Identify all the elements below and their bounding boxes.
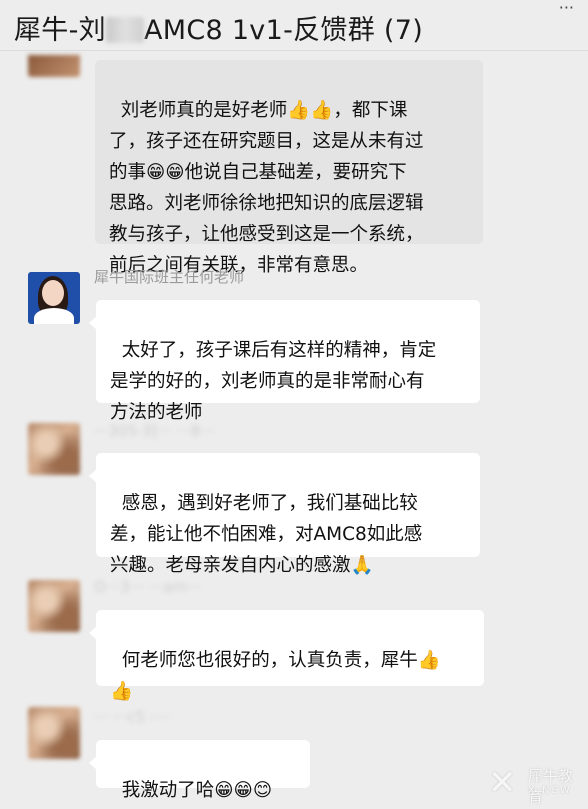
- message-text: 太好了，孩子课后有这样的精神，肯定 是学的好的，刘老师真的是非常耐心有 方法的老…: [110, 340, 437, 423]
- watermark-x-icon: ✕: [488, 763, 517, 803]
- chat-title-part1: 犀牛-刘: [14, 15, 106, 46]
- watermark-sub: X-NEW: [528, 785, 572, 796]
- sender-name: ···305-刘··· ···8···: [94, 422, 215, 440]
- avatar[interactable]: [28, 55, 80, 77]
- avatar[interactable]: [28, 707, 80, 759]
- watermark-logo: ✕ 犀牛教育 X-NEW: [488, 759, 584, 806]
- chat-title-part2: AMC8 1v1-反馈群 (7): [143, 15, 424, 46]
- message-text: 何老师您也很好的，认真负责，犀牛👍 👍: [110, 650, 441, 702]
- sender-name: O···3··· ···am···: [94, 578, 202, 596]
- avatar[interactable]: [28, 272, 80, 324]
- sender-name: 犀牛国际班主任何老师: [94, 268, 245, 286]
- message-bubble: 感恩，遇到好老师了，我们基础比较 差，能让他不怕困难，对AMC8如此感 兴趣。老…: [89, 453, 480, 576]
- sender-name: ··· ···c5 -···: [94, 708, 170, 726]
- message-text: 感恩，遇到好老师了，我们基础比较 差，能让他不怕困难，对AMC8如此感 兴趣。老…: [110, 493, 423, 576]
- message-text: 我激动了哈😁😁😊: [121, 780, 273, 801]
- message-bubble: 太好了，孩子课后有这样的精神，肯定 是学的好的，刘老师真的是非常耐心有 方法的老…: [89, 300, 480, 423]
- message-bubble: 刘老师真的是好老师👍👍，都下课 了，孩子还在研究题目，这是从未有过 的事😁😁他说…: [95, 60, 483, 276]
- avatar[interactable]: [28, 580, 80, 632]
- chat-title: 犀牛-刘 AMC8 1v1-反馈群 (7): [14, 8, 423, 47]
- more-options-icon[interactable]: ···: [559, 0, 574, 17]
- redacted-name-blur: [105, 17, 144, 43]
- chat-header: 犀牛-刘 AMC8 1v1-反馈群 (7) ···: [0, 0, 588, 51]
- message-bubble: 我激动了哈😁😁😊: [89, 740, 310, 801]
- message-bubble: 何老师您也很好的，认真负责，犀牛👍 👍: [89, 610, 484, 702]
- avatar[interactable]: [28, 423, 80, 475]
- message-text: 刘老师真的是好老师👍👍，都下课 了，孩子还在研究题目，这是从未有过 的事😁😁他说…: [109, 100, 424, 276]
